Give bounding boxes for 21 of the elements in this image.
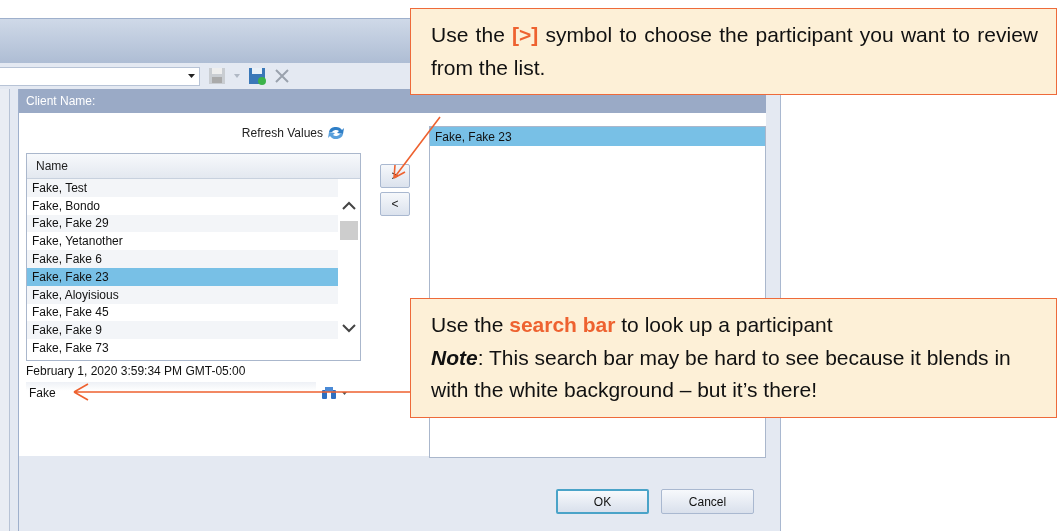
list-item[interactable]: Fake, Fake 9 <box>27 321 338 340</box>
dialog-button[interactable]: OK <box>556 489 649 514</box>
caret-icon <box>188 74 195 78</box>
save-icon[interactable] <box>208 67 226 85</box>
refresh-label[interactable]: Refresh Values <box>241 126 323 140</box>
save-as-icon[interactable] <box>248 67 266 85</box>
dropdown-field[interactable] <box>0 66 200 86</box>
callout-text: Note: This search bar may be hard to see because it blends in with the white background – but it’s there! <box>431 344 1012 404</box>
list-item[interactable]: Fake, Fake 6 <box>27 250 338 268</box>
list-item[interactable]: Fake, Fake 23 <box>430 127 765 146</box>
caret-icon[interactable] <box>342 391 347 395</box>
binoculars-icon[interactable] <box>322 387 336 399</box>
refresh-icon[interactable] <box>327 125 345 141</box>
dialog-button[interactable]: Cancel <box>661 489 754 514</box>
move-button[interactable]: < <box>380 192 410 216</box>
column-header[interactable]: Name <box>27 154 360 179</box>
callout-text: Use the search bar to look up a participant <box>431 312 834 338</box>
timestamp: February 1, 2020 3:59:34 PM GMT-05:00 <box>26 364 247 378</box>
close-icon[interactable] <box>274 68 290 84</box>
list-item[interactable]: Fake, Test <box>27 179 338 197</box>
callout-text: Use the [>] symbol to choose the participant you want to review from the list. <box>431 22 1038 81</box>
